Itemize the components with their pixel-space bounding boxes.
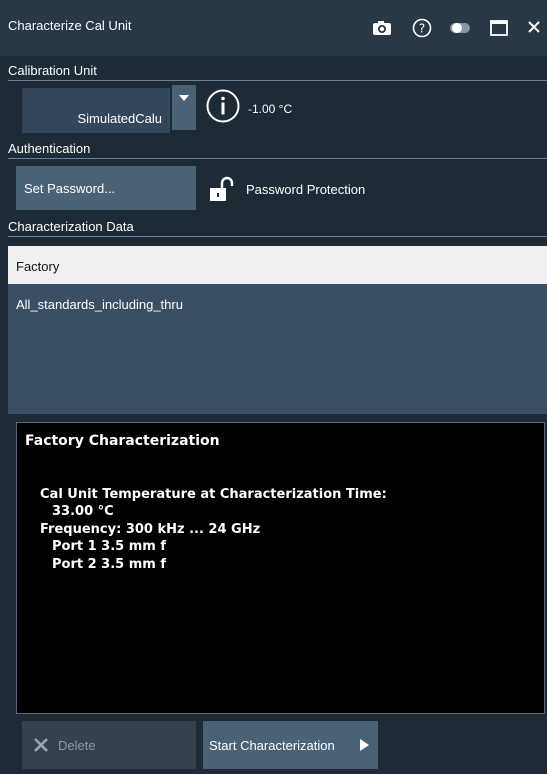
set-password-label: Set Password... [24, 181, 116, 196]
authentication-label: Authentication [8, 141, 91, 156]
title-bar: Characterize Cal Unit ? [0, 0, 547, 56]
cal-unit-dropdown-button[interactable] [172, 85, 196, 130]
set-password-button[interactable]: Set Password... [16, 166, 196, 210]
delete-button[interactable]: Delete [22, 721, 196, 769]
info-line-frequency: Frequency: 300 kHz ... 24 GHz [40, 522, 261, 537]
section-divider [8, 236, 547, 237]
info-icon [205, 88, 241, 124]
characterization-info-panel: Factory Characterization Cal Unit Temper… [16, 422, 545, 714]
password-protection-label: Password Protection [246, 182, 366, 197]
delete-label: Delete [58, 738, 96, 753]
chevron-down-icon [179, 95, 189, 101]
list-item-all-standards[interactable]: All_standards_including_thru [8, 284, 547, 322]
list-item-label: All_standards_including_thru [16, 297, 183, 312]
window-title: Characterize Cal Unit [8, 18, 132, 33]
cal-unit-value: SimulatedCalu [77, 111, 162, 126]
info-heading: Factory Characterization [25, 433, 220, 449]
info-line-temp-value: 33.00 °C [52, 504, 114, 519]
section-divider [8, 80, 547, 81]
start-characterization-label: Start Characterization [209, 738, 335, 753]
maximize-icon[interactable] [487, 16, 511, 40]
info-line-port1: Port 1 3.5 mm f [52, 539, 167, 554]
info-line-port2: Port 2 3.5 mm f [52, 557, 167, 572]
temperature-value: -1.00 °C [248, 102, 293, 116]
help-icon[interactable]: ? [410, 16, 434, 40]
characterization-data-label: Characterization Data [8, 219, 134, 234]
list-item-label: Factory [16, 259, 60, 274]
section-divider [8, 158, 547, 159]
calibration-unit-label: Calibration Unit [8, 63, 97, 78]
delete-x-icon [34, 738, 48, 752]
toggle-icon[interactable] [448, 16, 472, 40]
start-characterization-button[interactable]: Start Characterization [203, 721, 378, 769]
play-arrow-icon [360, 739, 369, 751]
list-item-factory[interactable]: Factory [8, 246, 547, 284]
svg-text:?: ? [419, 22, 425, 36]
unlock-icon [207, 174, 237, 204]
info-line-temp-title: Cal Unit Temperature at Characterization… [40, 487, 387, 502]
characterization-list: Factory All_standards_including_thru [8, 246, 547, 414]
close-icon[interactable] [523, 16, 547, 40]
cal-unit-select[interactable]: SimulatedCalu [22, 88, 170, 133]
camera-icon[interactable] [370, 16, 394, 40]
